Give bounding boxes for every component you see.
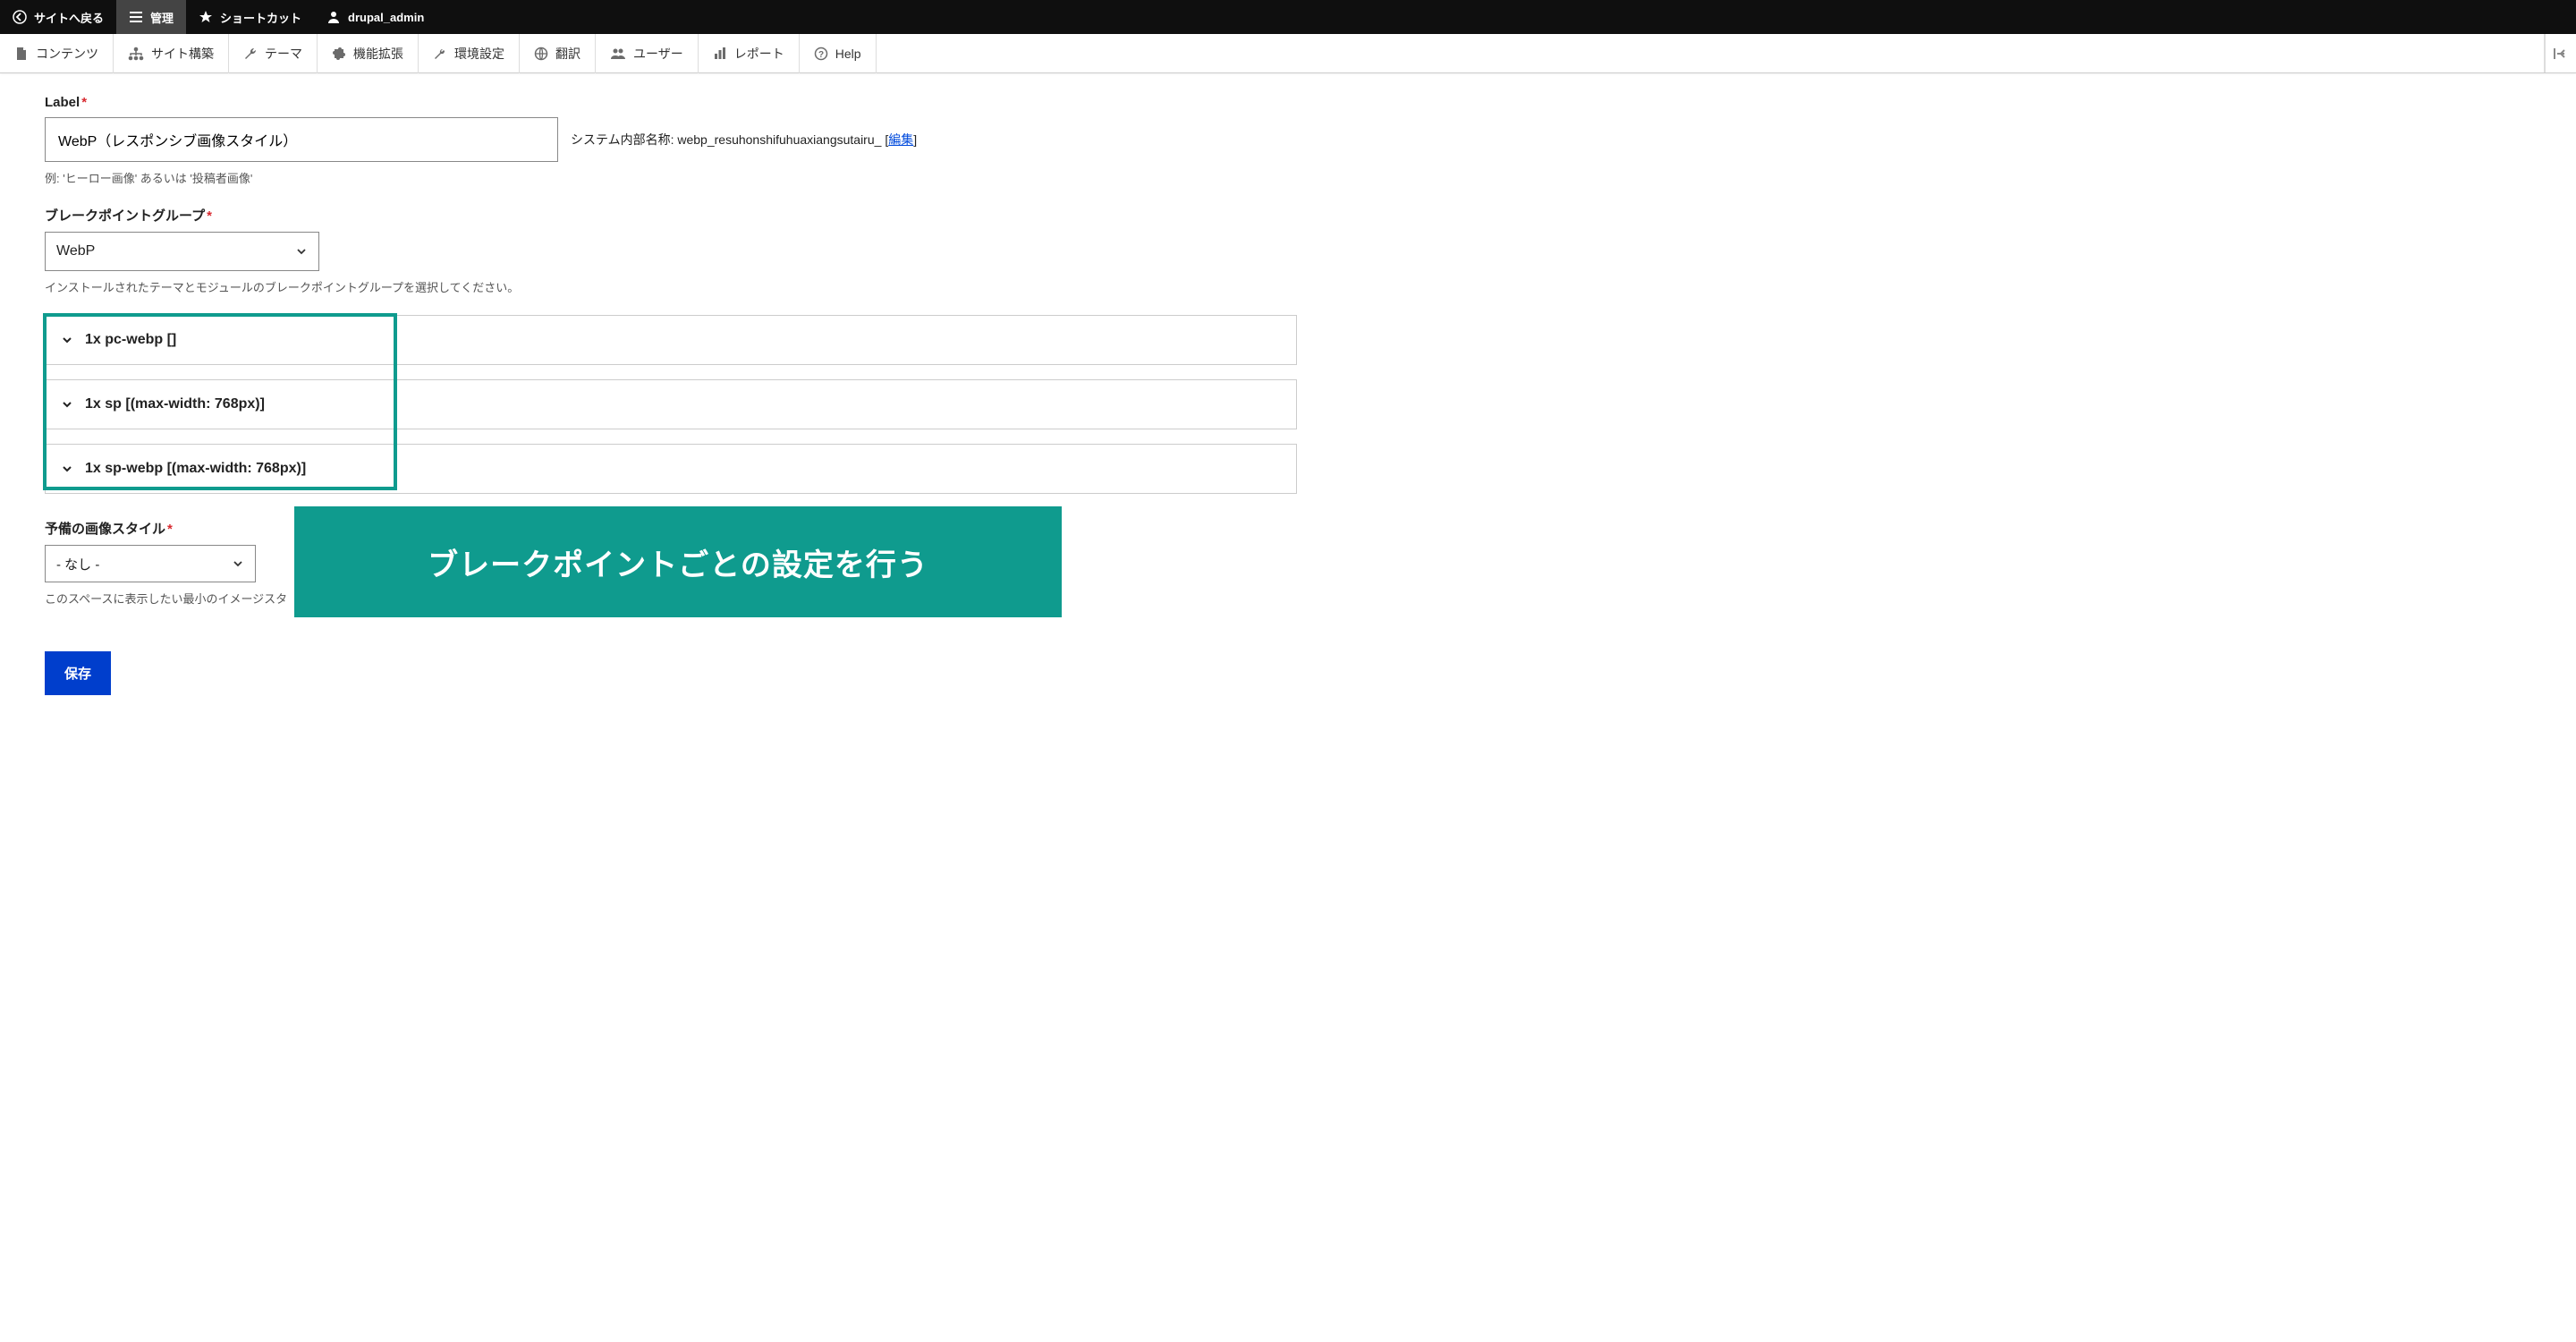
fallback-label-text: 予備の画像スタイル [45, 522, 165, 537]
back-arrow-icon [13, 10, 27, 24]
chevron-down-icon [295, 245, 308, 258]
menu-help-label: Help [835, 47, 861, 61]
hamburger-icon [129, 10, 143, 24]
menu-structure-label: サイト構築 [151, 45, 214, 63]
menu-appearance[interactable]: テーマ [229, 34, 318, 73]
menu-configuration[interactable]: 環境設定 [419, 34, 520, 73]
barchart-icon [713, 47, 727, 61]
chevron-down-icon [60, 333, 74, 347]
save-button[interactable]: 保存 [45, 651, 111, 695]
star-icon [199, 10, 213, 24]
machine-name-suffix: システム内部名称: webp_resuhonshifuhuaxiangsutai… [571, 131, 917, 149]
fallback-selected: - なし - [56, 555, 99, 573]
label-label-text: Label [45, 95, 80, 110]
label-input[interactable] [45, 117, 558, 162]
label-form-item: Label* システム内部名称: webp_resuhonshifuhuaxia… [45, 95, 1297, 186]
menu-people[interactable]: ユーザー [596, 34, 699, 73]
menu-content-label: コンテンツ [36, 45, 98, 63]
breakpoint-detail-label: 1x pc-webp [] [85, 332, 176, 348]
breakpoints-list: 1x pc-webp [] 1x sp [(max-width: 768px)]… [45, 315, 1297, 494]
menu-appearance-label: テーマ [265, 45, 302, 63]
chevron-down-icon [60, 397, 74, 412]
username-label: drupal_admin [348, 11, 424, 24]
breakpoint-group-select[interactable]: WebP [45, 232, 319, 271]
machine-name-brackets: [編集] [885, 132, 917, 147]
tool-icon [433, 47, 447, 61]
menu-structure[interactable]: サイト構築 [114, 34, 229, 73]
menu-translate-label: 翻訳 [555, 45, 580, 63]
required-mark: * [81, 95, 87, 110]
chevron-down-icon [60, 462, 74, 476]
main-content: Label* システム内部名称: webp_resuhonshifuhuaxia… [0, 73, 1342, 731]
back-to-site-label: サイトへ戻る [34, 9, 104, 26]
fallback-select[interactable]: - なし - [45, 545, 256, 582]
svg-text:?: ? [818, 50, 824, 60]
shortcuts-link[interactable]: ショートカット [186, 0, 314, 34]
people-icon [610, 47, 626, 61]
user-link[interactable]: drupal_admin [314, 0, 436, 34]
label-label: Label* [45, 95, 1297, 110]
breakpoint-detail-2[interactable]: 1x sp-webp [(max-width: 768px)] [45, 444, 1297, 494]
admin-menu: コンテンツ サイト構築 テーマ 機能拡張 環境設定 翻訳 ユーザー [0, 34, 2576, 73]
help-icon: ? [814, 47, 828, 61]
menu-help[interactable]: ? Help [800, 34, 877, 73]
menu-extend-label: 機能拡張 [353, 45, 403, 63]
breakpoint-group-label: ブレークポイントグループ* [45, 206, 1297, 225]
breakpoint-group-label-text: ブレークポイントグループ [45, 208, 205, 224]
shortcuts-label: ショートカット [220, 9, 301, 26]
label-row: システム内部名称: webp_resuhonshifuhuaxiangsutai… [45, 117, 1297, 162]
toolbar-orientation-toggle[interactable] [2545, 34, 2576, 72]
required-mark: * [167, 522, 173, 537]
menu-reports[interactable]: レポート [699, 34, 800, 73]
breakpoint-detail-1[interactable]: 1x sp [(max-width: 768px)] [45, 379, 1297, 429]
menu-reports-label: レポート [734, 45, 784, 63]
machine-name-value: webp_resuhonshifuhuaxiangsutairu_ [677, 132, 881, 147]
breakpoint-group-description: インストールされたテーマとモジュールのブレークポイントグループを選択してください… [45, 278, 1297, 295]
label-description: 例: 'ヒーロー画像' あるいは '投稿者画像' [45, 169, 1297, 186]
annotation-callout-text: ブレークポイントごとの設定を行う [428, 540, 928, 584]
required-mark: * [207, 208, 212, 224]
breakpoint-detail-label: 1x sp [(max-width: 768px)] [85, 396, 265, 412]
breakpoint-group-selected: WebP [56, 243, 95, 259]
collapse-icon [2553, 47, 2569, 61]
breakpoint-detail-label: 1x sp-webp [(max-width: 768px)] [85, 461, 306, 477]
hierarchy-icon [128, 47, 144, 61]
file-icon [14, 47, 29, 61]
menu-translate[interactable]: 翻訳 [520, 34, 596, 73]
menu-configuration-label: 環境設定 [454, 45, 504, 63]
user-icon [326, 10, 341, 24]
puzzle-icon [332, 47, 346, 61]
machine-name-edit-link[interactable]: 編集 [888, 132, 913, 147]
machine-name-prefix-text: システム内部名称: [571, 132, 677, 147]
manage-toggle[interactable]: 管理 [116, 0, 186, 34]
wrench-icon [243, 47, 258, 61]
adminbar-spacer [877, 34, 2545, 72]
menu-content[interactable]: コンテンツ [0, 34, 114, 73]
back-to-site-link[interactable]: サイトへ戻る [0, 0, 116, 34]
globe-icon [534, 47, 548, 61]
menu-people-label: ユーザー [633, 45, 683, 63]
chevron-down-icon [232, 557, 244, 570]
manage-label: 管理 [150, 9, 174, 26]
breakpoint-detail-0[interactable]: 1x pc-webp [] [45, 315, 1297, 365]
breakpoint-group-form-item: ブレークポイントグループ* WebP インストールされたテーマとモジュールのブレ… [45, 206, 1297, 295]
annotation-callout: ブレークポイントごとの設定を行う [294, 506, 1062, 617]
menu-extend[interactable]: 機能拡張 [318, 34, 419, 73]
topbar: サイトへ戻る 管理 ショートカット drupal_admin [0, 0, 2576, 34]
